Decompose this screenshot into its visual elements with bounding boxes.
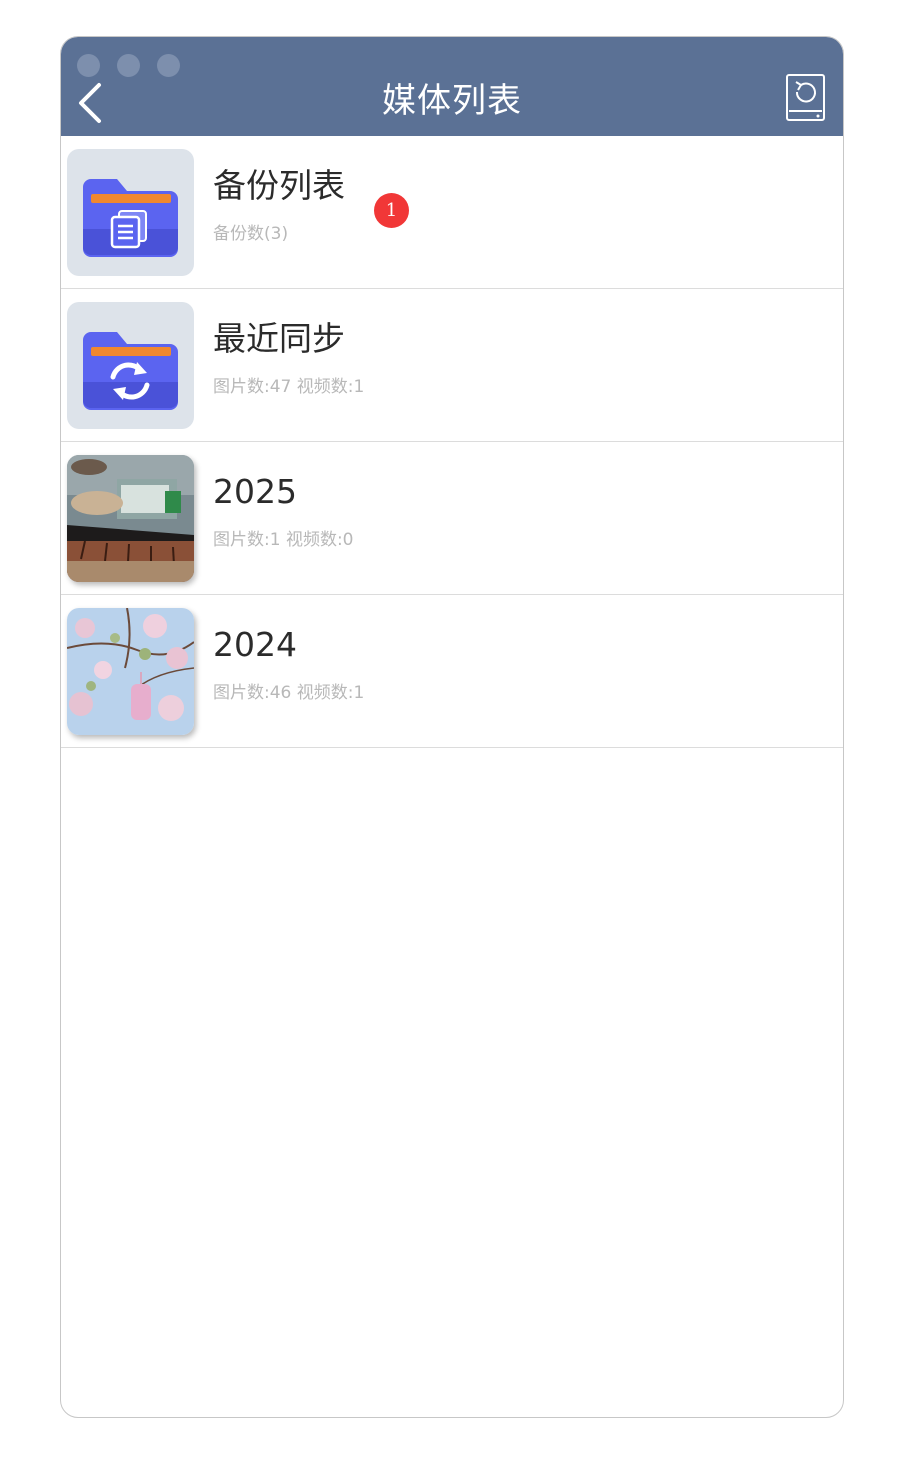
app-window: 媒体列表 备份列表 备份数(3) 1 最近同步 图片数:47 视频数:1 202…	[60, 36, 844, 1418]
item-title: 备份列表	[213, 166, 345, 205]
item-subtitle: 图片数:1 视频数:0	[213, 530, 354, 550]
photo-thumbnail	[67, 455, 194, 582]
list-item-recent-sync[interactable]: 最近同步 图片数:47 视频数:1	[61, 289, 843, 442]
list-item-backup[interactable]: 备份列表 备份数(3) 1	[61, 136, 843, 289]
folder-document-icon	[67, 149, 194, 276]
media-list: 备份列表 备份数(3) 1 最近同步 图片数:47 视频数:1 2025 图片数…	[61, 136, 843, 748]
item-title: 2025	[213, 472, 297, 511]
item-title: 最近同步	[213, 319, 345, 358]
sync-button[interactable]	[785, 73, 827, 123]
photo-thumbnail	[67, 608, 194, 735]
title-bar: 媒体列表	[61, 37, 843, 136]
device-sync-icon	[786, 74, 825, 121]
window-dot	[77, 54, 100, 77]
item-title: 2024	[213, 625, 297, 664]
page-title: 媒体列表	[382, 81, 522, 121]
folder-sync-icon	[67, 302, 194, 429]
window-dot	[157, 54, 180, 77]
item-subtitle: 图片数:47 视频数:1	[213, 377, 365, 397]
list-item-2025[interactable]: 2025 图片数:1 视频数:0	[61, 442, 843, 595]
item-subtitle: 图片数:46 视频数:1	[213, 683, 365, 703]
window-dot	[117, 54, 140, 77]
notification-badge: 1	[374, 193, 409, 228]
list-item-2024[interactable]: 2024 图片数:46 视频数:1	[61, 595, 843, 748]
item-subtitle: 备份数(3)	[213, 224, 289, 244]
